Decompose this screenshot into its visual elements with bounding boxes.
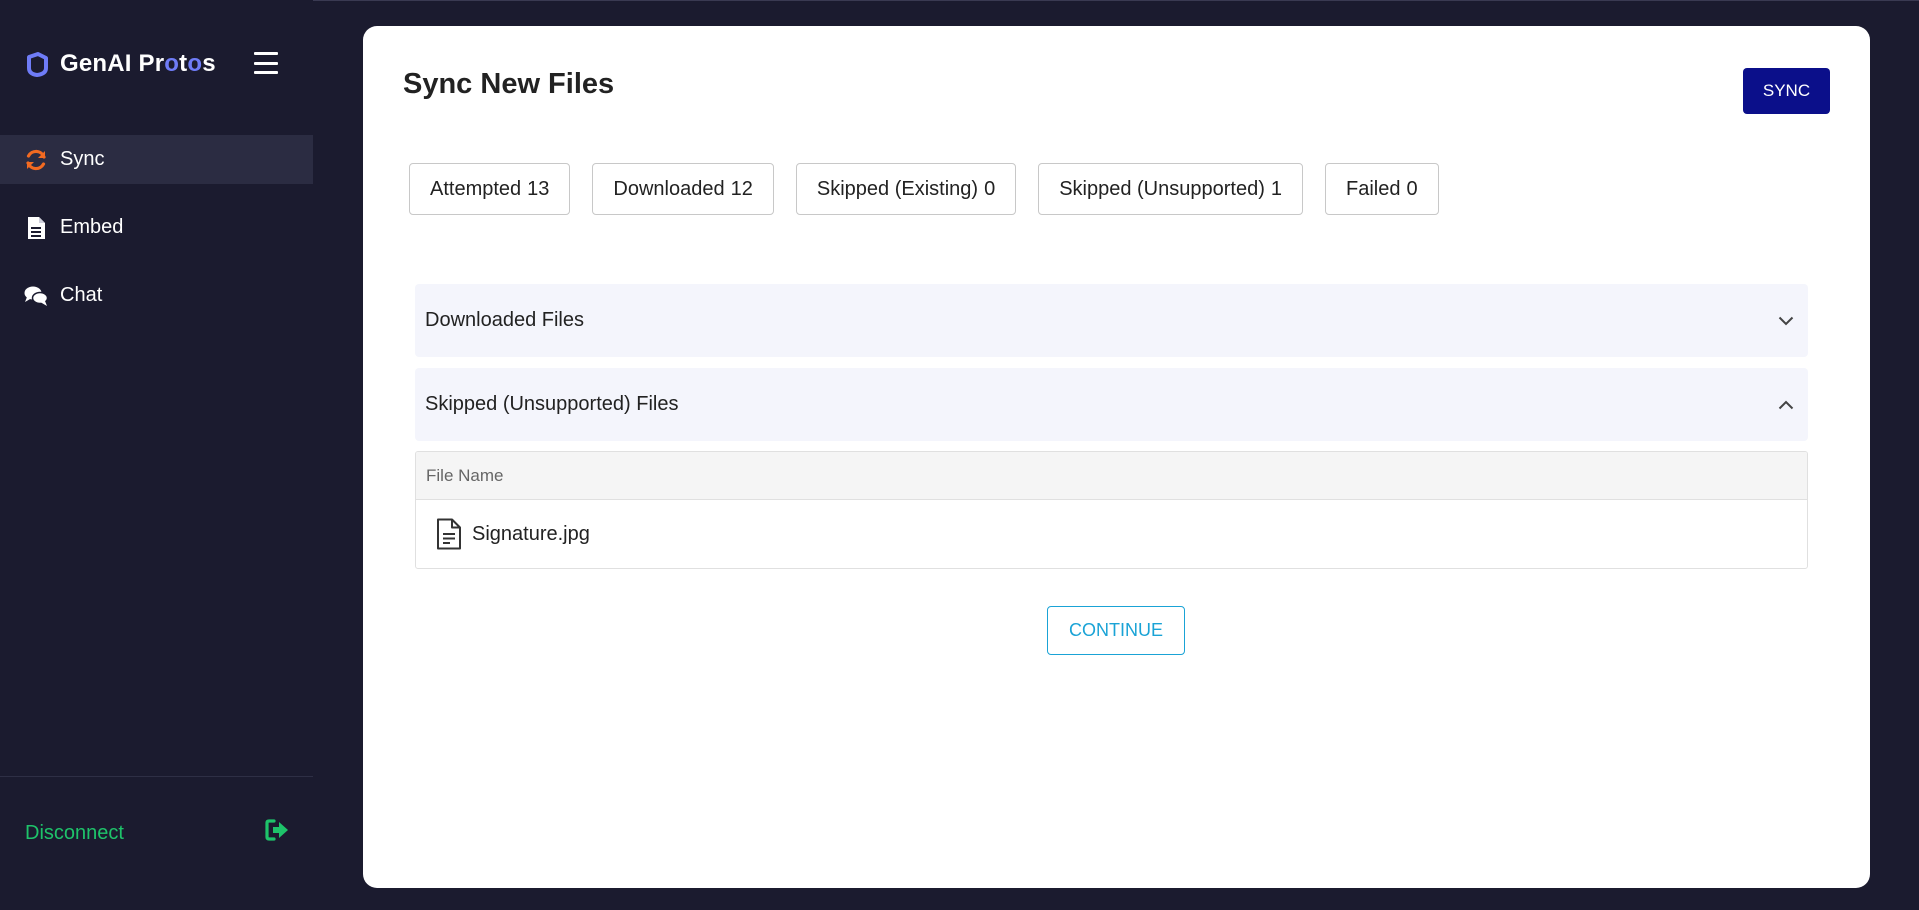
- stat-label: Skipped (Unsupported): [1059, 177, 1265, 200]
- stat-value: 0: [984, 177, 996, 200]
- document-icon: [24, 216, 48, 240]
- brand-name: GenAI Protos: [60, 50, 216, 77]
- stat-label: Attempted: [430, 177, 522, 200]
- file-icon: [437, 518, 461, 550]
- stat-value: 12: [730, 177, 753, 200]
- stat-value: 13: [527, 177, 550, 200]
- stat-label: Downloaded: [613, 177, 725, 200]
- sidebar: GenAI Protos Sync Embed Chat Disconnect: [0, 0, 313, 910]
- file-name: Signature.jpg: [472, 522, 590, 545]
- sync-icon: [24, 148, 48, 172]
- menu-toggle-icon[interactable]: [254, 52, 278, 74]
- sidebar-item-label: Sync: [60, 148, 105, 170]
- chevron-up-icon: [1776, 395, 1796, 415]
- accordion-skipped-unsupported-files[interactable]: Skipped (Unsupported) Files: [415, 368, 1808, 441]
- brand-logo-icon: [27, 52, 48, 77]
- sign-out-icon: [265, 819, 289, 847]
- sidebar-item-embed[interactable]: Embed: [0, 203, 313, 252]
- sidebar-item-label: Chat: [60, 284, 103, 306]
- stat-skipped-unsupported: Skipped (Unsupported) 1: [1038, 163, 1303, 215]
- disconnect-label: Disconnect: [25, 821, 124, 844]
- stat-label: Failed: [1346, 177, 1401, 200]
- stat-failed: Failed 0: [1325, 163, 1439, 215]
- skipped-files-table: File Name Signature.jpg: [415, 451, 1808, 569]
- sidebar-nav: Sync Embed Chat: [0, 135, 313, 339]
- table-row[interactable]: Signature.jpg: [416, 500, 1807, 568]
- accordion-title: Skipped (Unsupported) Files: [425, 393, 679, 415]
- sidebar-item-label: Embed: [60, 216, 124, 238]
- main-card: Sync New Files SYNC Attempted 13 Downloa…: [363, 26, 1870, 888]
- stat-label: Skipped (Existing): [816, 177, 979, 200]
- stat-downloaded: Downloaded 12: [592, 163, 774, 215]
- sync-stats: Attempted 13 Downloaded 12 Skipped (Exis…: [409, 163, 1461, 215]
- sync-button[interactable]: SYNC: [1743, 68, 1830, 114]
- disconnect-button[interactable]: Disconnect: [25, 818, 289, 848]
- stat-value: 1: [1270, 177, 1282, 200]
- accordion-downloaded-files[interactable]: Downloaded Files: [415, 284, 1808, 357]
- brand[interactable]: GenAI Protos: [24, 46, 216, 82]
- continue-button[interactable]: CONTINUE: [1047, 606, 1185, 655]
- table-header: File Name: [416, 452, 1807, 500]
- stat-attempted: Attempted 13: [409, 163, 571, 215]
- column-header-file-name: File Name: [426, 465, 504, 485]
- chevron-down-icon: [1776, 311, 1796, 331]
- stat-value: 0: [1406, 177, 1418, 200]
- stat-skipped-existing: Skipped (Existing) 0: [795, 163, 1017, 215]
- sidebar-item-chat[interactable]: Chat: [0, 271, 313, 320]
- sidebar-item-sync[interactable]: Sync: [0, 135, 313, 184]
- sidebar-divider: [0, 776, 313, 777]
- accordion-title: Downloaded Files: [425, 309, 584, 331]
- chat-icon: [24, 284, 48, 308]
- page-title: Sync New Files: [403, 68, 615, 100]
